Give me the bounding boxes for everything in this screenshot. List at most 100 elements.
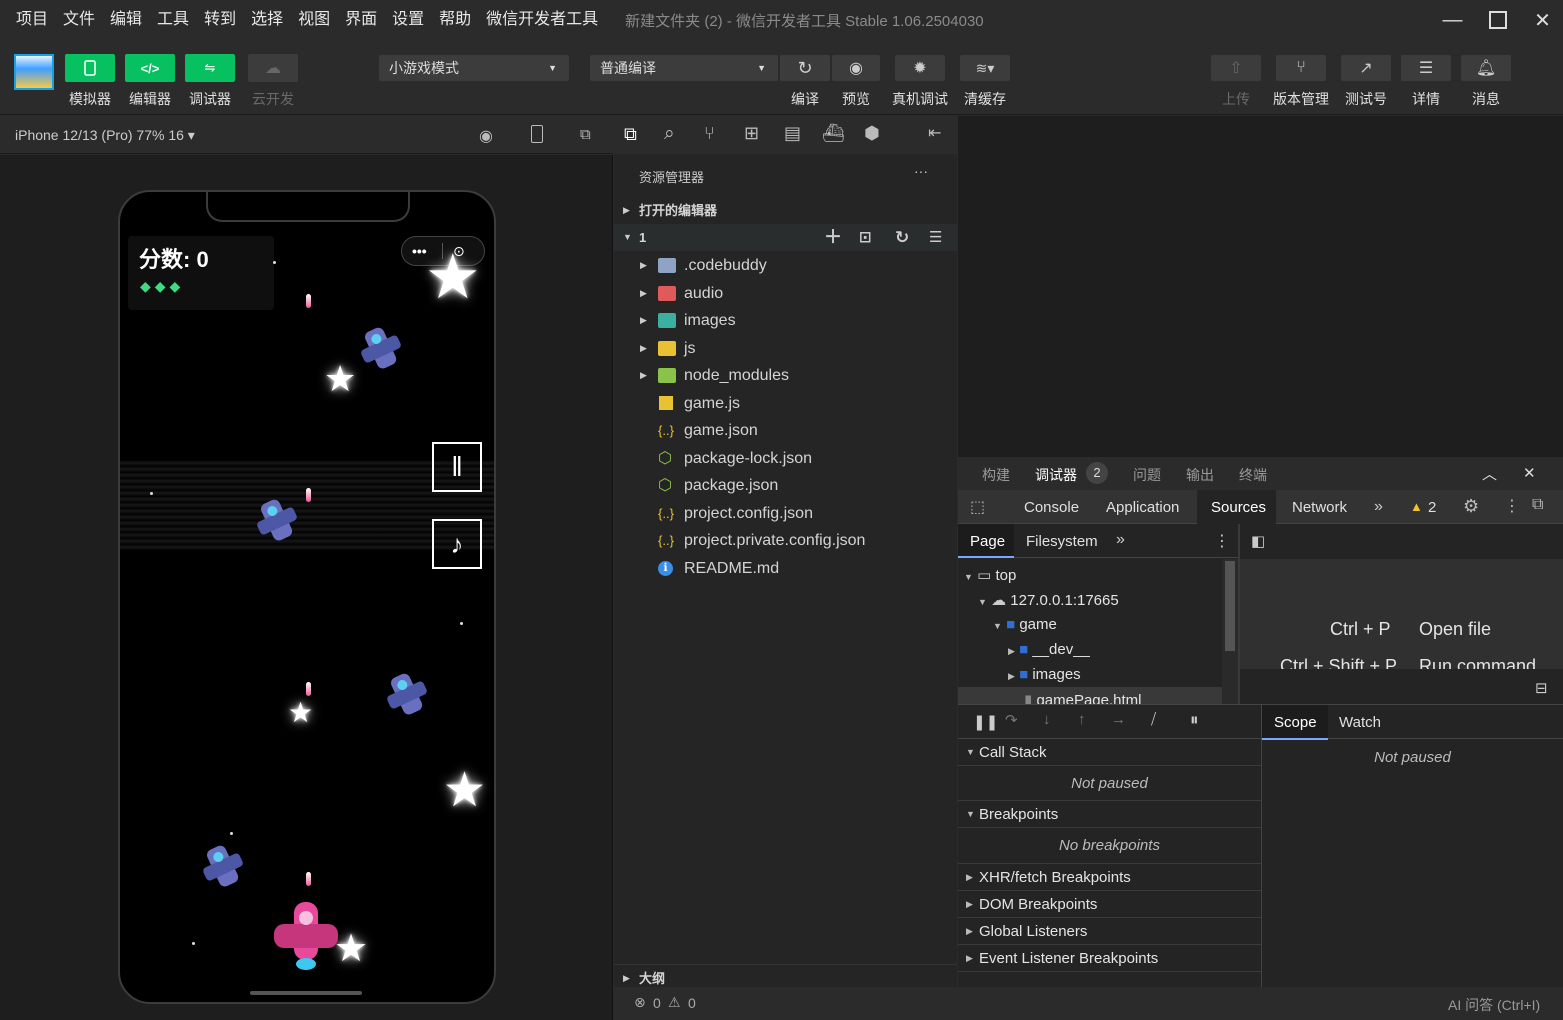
pause-exceptions-icon[interactable]: ⏸: [1190, 710, 1199, 730]
tree-gamepage[interactable]: ▮ gamePage.html: [1024, 691, 1142, 704]
docker-icon[interactable]: ⛴: [822, 123, 845, 144]
compile-select[interactable]: 普通编译 ▼: [590, 55, 778, 81]
step-into-icon[interactable]: ↓: [1043, 711, 1051, 728]
tab-sources[interactable]: Sources: [1211, 499, 1266, 516]
file-item[interactable]: ▶ images: [614, 307, 957, 334]
tree-top[interactable]: ▼ ▭ top: [964, 566, 1016, 584]
menu-select[interactable]: 选择: [243, 0, 290, 40]
kebab-icon[interactable]: ⋮: [1504, 496, 1520, 516]
more-tabs-icon[interactable]: »: [1116, 531, 1125, 549]
tab-watch[interactable]: Watch: [1339, 714, 1381, 731]
warning-icon[interactable]: ⚠: [668, 994, 681, 1011]
ai-assistant[interactable]: AI 问答 (Ctrl+I): [1448, 995, 1540, 1015]
menu-tools[interactable]: 工具: [149, 0, 196, 40]
tab-scope[interactable]: Scope: [1274, 714, 1317, 731]
file-item[interactable]: game.js: [614, 390, 957, 417]
shortcut-action[interactable]: Run command: [1419, 656, 1536, 669]
file-item[interactable]: ▶ js: [614, 335, 957, 362]
tree-dev[interactable]: ▶ ■ __dev__: [1008, 641, 1090, 658]
preview-button[interactable]: ◉: [832, 55, 880, 81]
step-out-icon[interactable]: ↑: [1078, 711, 1086, 728]
tab-output[interactable]: 输出: [1186, 465, 1214, 485]
tree-images[interactable]: ▶ ■ images: [1008, 666, 1081, 683]
more-tabs-icon[interactable]: »: [1374, 498, 1383, 516]
menu-edit[interactable]: 编辑: [102, 0, 149, 40]
toggle-drawer-icon[interactable]: ⊟: [1535, 679, 1548, 697]
step-over-icon[interactable]: ↷: [1005, 711, 1018, 729]
call-stack-section[interactable]: ▼ Call Stack: [958, 739, 1261, 766]
warning-count[interactable]: 0: [688, 995, 696, 1011]
new-file-icon[interactable]: ＋: [824, 224, 842, 251]
project-avatar[interactable]: [14, 54, 54, 90]
upload-button[interactable]: ⇧: [1211, 55, 1261, 81]
menu-interface[interactable]: 界面: [337, 0, 384, 40]
device-select[interactable]: iPhone 12/13 (Pro) 77% 16 ▾: [15, 127, 195, 144]
tab-filesystem[interactable]: Filesystem: [1026, 533, 1098, 550]
maximize-button[interactable]: [1475, 0, 1520, 40]
phone-icon[interactable]: [531, 125, 543, 143]
compile-button[interactable]: ↻: [780, 55, 830, 81]
tree-origin[interactable]: ▼ ☁ 127.0.0.1:17665: [978, 591, 1119, 609]
file-item[interactable]: {..} project.private.config.json: [614, 527, 957, 554]
xhr-section[interactable]: ▶ XHR/fetch Breakpoints: [958, 864, 1261, 891]
menu-view[interactable]: 视图: [290, 0, 337, 40]
collapse-panel-icon[interactable]: ⇤: [928, 123, 941, 143]
git-icon[interactable]: ⑂: [704, 123, 715, 144]
file-item[interactable]: ▶ node_modules: [614, 362, 957, 389]
messages-button[interactable]: 🔔︎: [1461, 55, 1511, 81]
record-icon[interactable]: ◉: [479, 126, 493, 146]
file-item[interactable]: ℹ README.md: [614, 555, 957, 582]
global-section[interactable]: ▶ Global Listeners: [958, 918, 1261, 945]
sound-button[interactable]: ♪: [432, 519, 482, 569]
tab-terminal[interactable]: 终端: [1239, 465, 1267, 485]
phone-frame[interactable]: 分数: 0 ◆◆◆ ••• ⊙ ‖ ♪ ★ ★ ★ ★ ★: [118, 190, 496, 1004]
extensions-icon[interactable]: ⊞: [744, 123, 759, 144]
details-button[interactable]: ☰: [1401, 55, 1451, 81]
cloud-button[interactable]: ☁: [248, 54, 298, 82]
warning-count[interactable]: 2: [1428, 499, 1436, 516]
error-icon[interactable]: ⊗: [634, 994, 646, 1011]
menu-project[interactable]: 项目: [8, 0, 55, 40]
plugin-icon[interactable]: ⬢: [864, 123, 880, 144]
file-item[interactable]: {..} project.config.json: [614, 500, 957, 527]
open-editors-section[interactable]: ▶ 打开的编辑器: [614, 197, 957, 224]
scrollbar[interactable]: [1222, 559, 1238, 704]
files-icon[interactable]: ⧉: [624, 124, 637, 145]
shortcut-action[interactable]: Open file: [1419, 619, 1491, 640]
real-debug-button[interactable]: ✹: [895, 55, 945, 81]
mode-select[interactable]: 小游戏模式 ▼: [379, 55, 569, 81]
close-window-button[interactable]: ✕: [1520, 0, 1563, 40]
tab-console[interactable]: Console: [1024, 499, 1079, 516]
debugger-button[interactable]: ⇋: [185, 54, 235, 82]
tree-game[interactable]: ▼ ■ game: [993, 616, 1057, 633]
close-panel-icon[interactable]: ✕: [1523, 464, 1536, 482]
explorer-more-button[interactable]: ···: [914, 163, 928, 179]
popout-icon[interactable]: ⧉: [580, 126, 591, 143]
menu-devtools[interactable]: 微信开发者工具: [478, 0, 605, 40]
event-section[interactable]: ▶ Event Listener Breakpoints: [958, 945, 1261, 972]
refresh-icon[interactable]: ↻: [895, 224, 909, 251]
menu-settings[interactable]: 设置: [384, 0, 431, 40]
test-account-button[interactable]: ↗: [1341, 55, 1391, 81]
pause-button[interactable]: ‖: [432, 442, 482, 492]
dock-icon[interactable]: ⧉: [1532, 496, 1543, 514]
simulator-button[interactable]: [65, 54, 115, 82]
tab-application[interactable]: Application: [1106, 499, 1179, 516]
file-item[interactable]: ⬡ package.json: [614, 472, 957, 499]
version-button[interactable]: ⑂: [1276, 55, 1326, 81]
tab-build[interactable]: 构建: [982, 465, 1010, 485]
deactivate-breakpoints-icon[interactable]: ⧸: [1151, 711, 1156, 728]
file-item[interactable]: ▶ .codebuddy: [614, 252, 957, 279]
menu-help[interactable]: 帮助: [431, 0, 478, 40]
menu-file[interactable]: 文件: [55, 0, 102, 40]
layout-icon[interactable]: ▤: [784, 123, 801, 144]
file-item[interactable]: {..} game.json: [614, 417, 957, 444]
clear-cache-button[interactable]: ≋▾: [960, 55, 1010, 81]
editor-button[interactable]: </>: [125, 54, 175, 82]
search-icon[interactable]: ⌕: [664, 123, 675, 145]
minimize-button[interactable]: —: [1430, 0, 1475, 40]
file-item[interactable]: ▶ audio: [614, 280, 957, 307]
step-icon[interactable]: →: [1111, 711, 1126, 728]
tab-problems[interactable]: 问题: [1133, 465, 1161, 485]
tab-network[interactable]: Network: [1292, 499, 1347, 516]
